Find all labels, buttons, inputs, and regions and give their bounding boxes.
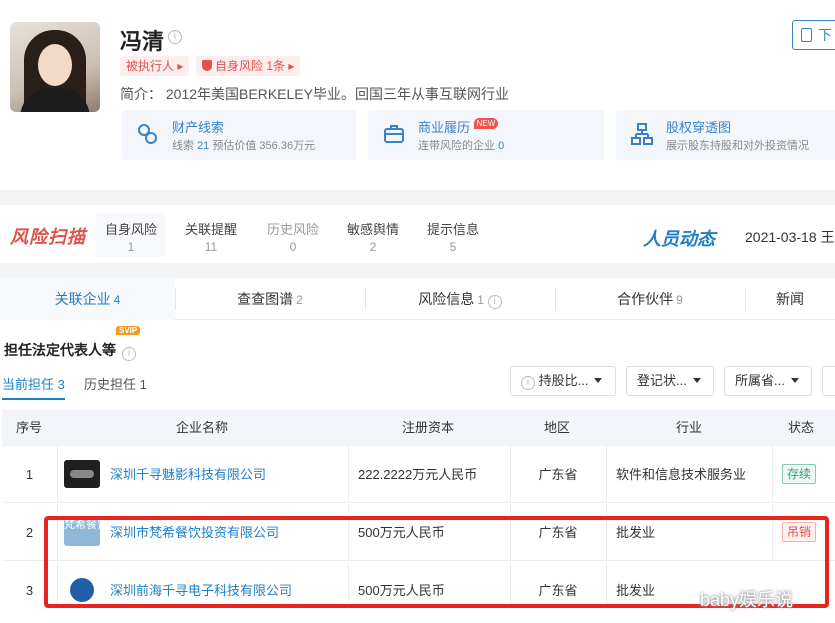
section-title: 担任法定代表人等 i [4,340,136,361]
svip-badge: SVIP [116,326,141,335]
table-row[interactable]: 1 深圳千寻魅影科技有限公司 222.2222万元人民币 广东省 软件和信息技术… [2,446,835,503]
subtab-history[interactable]: 历史担任 1 [84,374,147,393]
filter-share-ratio[interactable]: i 持股比... [510,366,616,396]
th-status: 状态 [788,420,815,435]
table-row[interactable]: 2 梵希餐饮 深圳市梵希餐饮投资有限公司 500万元人民币 广东省 批发业 吊销 [2,504,835,561]
risk-item-notice[interactable]: 提示信息 5 [418,219,488,254]
risk-scan-logo: 风险扫描 [10,227,86,247]
people-dynamics-date[interactable]: 2021-03-18 王 [745,227,835,247]
risk-scan-bar: 风险扫描 自身风险 1 关联提醒 11 历史风险 0 敏感舆情 2 提示信息 5 人员动态… [0,205,835,263]
feature-sub: 线索 21 预估价值 356.36万元 [172,140,316,152]
caret-down-icon [692,378,701,383]
feature-business-history[interactable]: 商业履历 NEW 连带风险的企业 0 [368,110,604,160]
info-icon[interactable]: i [487,295,502,309]
filter-more[interactable] [822,366,835,396]
risk-item-own[interactable]: 自身风险 1 [96,213,166,257]
info-icon[interactable]: i [122,347,136,361]
th-company-name: 企业名称 [176,420,229,435]
company-logo [64,576,100,604]
main-tabs: 关联企业 4 查查图谱 2 风险信息 1 i 合作伙伴 9 新闻 [0,278,835,320]
status-badge: 吊销 [782,522,817,542]
briefcase-icon [384,125,404,143]
row-area: 广东省 [538,525,578,540]
th-area: 地区 [544,420,571,435]
filter-province[interactable]: 所属省... [724,366,812,396]
caret-down-icon [790,378,799,383]
download-button[interactable]: 下 [792,20,835,50]
shield-icon [202,60,212,71]
tab-partners[interactable]: 合作伙伴 9 [555,278,745,320]
people-dynamics-logo: 人员动态 [643,229,715,249]
feature-title: 商业履历 NEW [418,117,499,136]
feature-sub: 连带风险的企业 0 [418,140,505,152]
tab-related-companies[interactable]: 关联企业 4 [0,278,175,320]
tag-executed-person[interactable]: 被执行人 ▸ [120,56,190,76]
company-name-link[interactable]: 深圳千寻魅影科技有限公司 [110,446,266,503]
feature-title: 股权穿透图 [666,120,732,135]
profile-intro: 简介： 2012年美国BERKELEY毕业。回国三年从事互联网行业 [120,86,509,102]
row-capital: 500万元人民币 [358,525,445,540]
th-index: 序号 [16,420,43,435]
profile-card: 冯清 i 被执行人 ▸ 自身风险 1条 ▸ 简介： 2012年美国BERKELE… [0,0,835,190]
th-industry: 行业 [676,420,703,435]
row-industry: 批发业 [616,525,656,540]
person-name-text: 冯清 [120,29,165,54]
tab-risk-info[interactable]: 风险信息 1 i [365,278,555,320]
avatar[interactable] [10,22,100,112]
coins-icon [138,124,157,144]
table-header: 序号 企业名称 注册资本 地区 行业 状态 [2,410,835,446]
info-icon[interactable]: i [168,30,182,44]
status-badge: 存续 [782,464,817,484]
person-name: 冯清 i [120,24,182,56]
org-chart-icon [631,123,653,145]
filter-registration-status[interactable]: 登记状... [626,366,714,396]
risk-item-history[interactable]: 历史风险 0 [258,219,328,254]
row-index: 1 [25,467,34,482]
document-icon [801,28,812,42]
row-capital: 222.2222万元人民币 [358,467,478,482]
row-index: 2 [25,525,34,540]
info-icon: i [521,376,535,390]
caret-down-icon [594,378,603,383]
feature-equity-chart[interactable]: 股权穿透图 展示股东持股和对外投资情况 [616,110,835,160]
risk-item-sensitive[interactable]: 敏感舆情 2 [338,219,408,254]
legal-rep-section: SVIP 担任法定代表人等 i 当前担任 3 历史担任 1 i 持股比... 登记… [0,320,835,623]
new-badge: NEW [473,118,499,129]
download-label: 下 [818,27,832,43]
feature-sub: 展示股东持股和对外投资情况 [666,140,809,152]
subtab-current[interactable]: 当前担任 3 [2,374,65,400]
company-name-link[interactable]: 深圳市梵希餐饮投资有限公司 [110,504,279,561]
feature-property-clues[interactable]: 财产线索 线索 21 预估价值 356.36万元 [122,110,356,160]
watermark: baby娱乐说 [700,590,794,610]
th-capital: 注册资本 [402,420,455,435]
tag-own-risk-label: 自身风险 1条 ▸ [215,59,295,73]
row-area: 广东省 [538,467,578,482]
company-logo: 梵希餐饮 [64,518,108,546]
risk-item-related[interactable]: 关联提醒 11 [176,219,246,254]
tab-graph[interactable]: 查查图谱 2 [175,278,365,320]
feature-title: 财产线索 [172,120,225,135]
tag-own-risk[interactable]: 自身风险 1条 ▸ [196,56,301,76]
company-logo [64,460,100,488]
tab-news[interactable]: 新闻 [745,278,835,320]
row-industry: 软件和信息技术服务业 [616,467,747,482]
